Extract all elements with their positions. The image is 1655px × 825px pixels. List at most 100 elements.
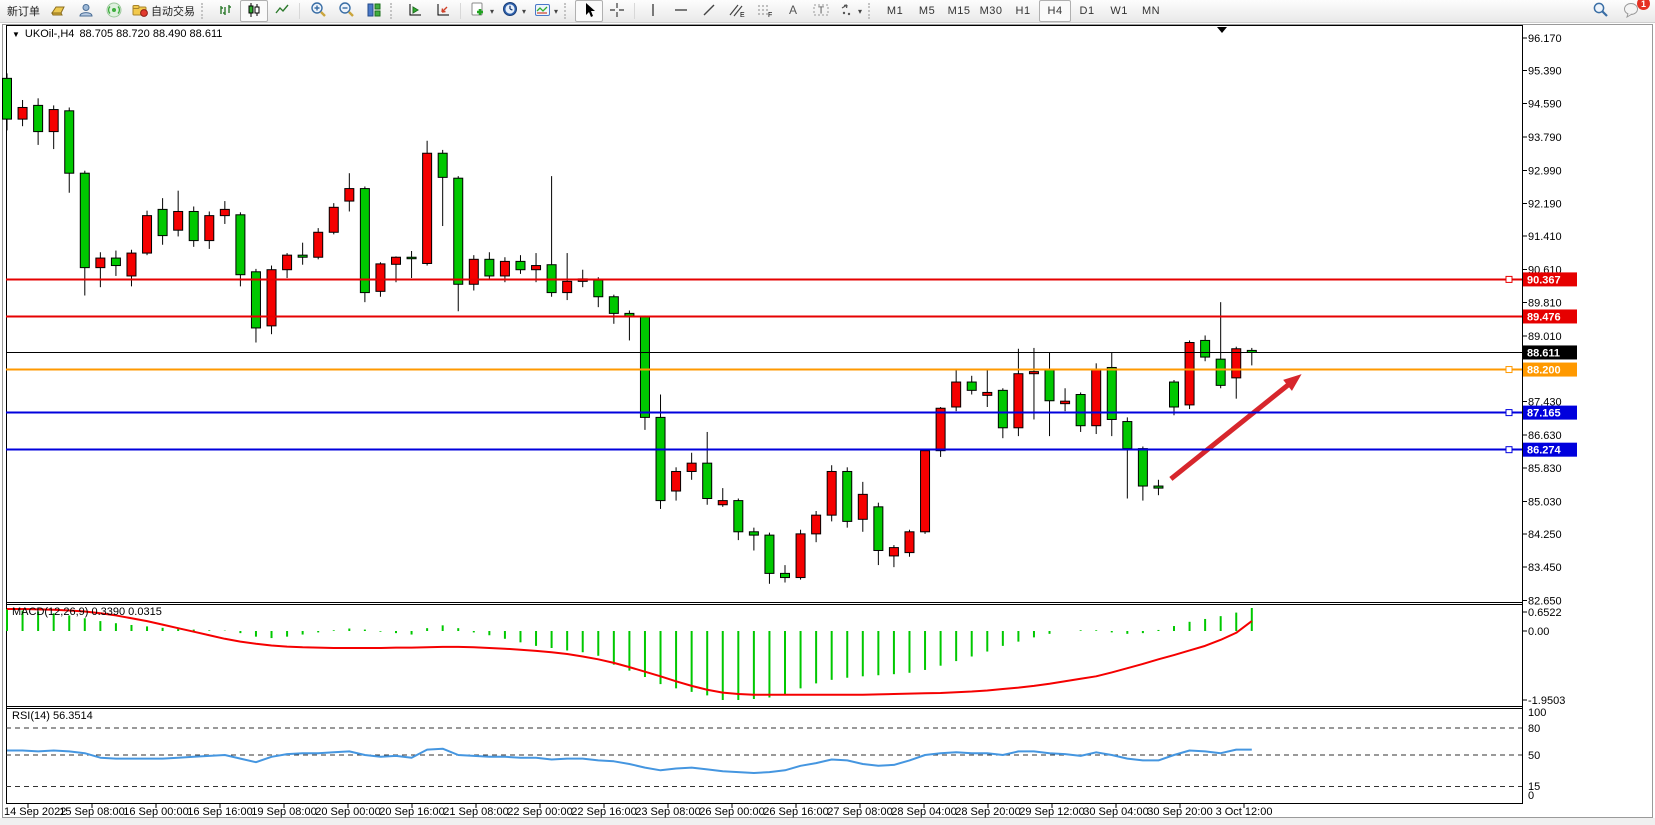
symbol-period-label: UKOil-,H4: [25, 28, 75, 40]
arrows-tool-button[interactable]: ▾: [835, 0, 866, 22]
candle-body: [18, 107, 27, 119]
candle-body: [1201, 340, 1210, 357]
svg-text:0.00: 0.00: [1528, 626, 1549, 638]
svg-text:19 Sep 08:00: 19 Sep 08:00: [251, 806, 316, 818]
dropdown-caret: ▾: [858, 7, 862, 16]
line-chart-button[interactable]: [268, 0, 296, 22]
signals-button[interactable]: [100, 0, 128, 22]
candle-body: [781, 573, 790, 577]
tab-timeframe-m15[interactable]: M15: [943, 0, 975, 22]
bar-chart-button[interactable]: [212, 0, 240, 22]
chevron-down-icon[interactable]: ▼: [12, 30, 20, 39]
line-handle: [1506, 447, 1512, 453]
horizontal-line-tool-button[interactable]: [667, 0, 695, 22]
svg-text:94.590: 94.590: [1528, 99, 1562, 111]
autotrade-icon: [132, 2, 149, 21]
svg-text:29 Sep 12:00: 29 Sep 12:00: [1019, 806, 1084, 818]
svg-text:89.476: 89.476: [1527, 311, 1561, 323]
candle-body: [718, 501, 727, 505]
svg-text:14 Sep 2022: 14 Sep 2022: [4, 806, 66, 818]
candle-body: [703, 463, 712, 498]
candle-body: [687, 463, 696, 471]
vertical-line-tool-button[interactable]: [639, 0, 667, 22]
chart-shift-icon: [435, 2, 451, 21]
zoom-in-icon: [310, 1, 327, 21]
candlestick-icon: [246, 2, 262, 21]
arrows-icon: [839, 2, 855, 21]
cursor-tool-button[interactable]: [575, 0, 603, 22]
candle-body: [158, 209, 167, 235]
tab-timeframe-m1[interactable]: M1: [879, 0, 911, 22]
new-order-button[interactable]: 新订单: [3, 0, 44, 22]
candle-body: [998, 390, 1007, 427]
candle-body: [236, 215, 245, 275]
channel-tool-button[interactable]: E: [723, 0, 751, 22]
svg-text:96.170: 96.170: [1528, 33, 1562, 45]
candle-body: [516, 261, 525, 269]
candle-body: [967, 382, 976, 390]
new-chart-button[interactable]: ▾: [465, 0, 498, 22]
ohlc-values-label: 88.705 88.720 88.490 88.611: [79, 28, 222, 40]
rsi-indicator-label: RSI(14) 56.3514: [12, 710, 93, 722]
tab-timeframe-w1[interactable]: W1: [1103, 0, 1135, 22]
candle-body: [345, 189, 354, 201]
candlestick-chart-button[interactable]: [240, 0, 268, 22]
tab-timeframe-m30[interactable]: M30: [975, 0, 1007, 22]
candle-body: [96, 258, 105, 268]
notifications-button[interactable]: 1: [1618, 0, 1646, 22]
trendline-tool-button[interactable]: [695, 0, 723, 22]
candle-body: [843, 471, 852, 521]
text-label-tool-button[interactable]: T: [807, 0, 835, 22]
svg-text:85.830: 85.830: [1528, 463, 1562, 475]
svg-text:20 Sep 16:00: 20 Sep 16:00: [379, 806, 444, 818]
periodicity-button[interactable]: ▾: [498, 0, 530, 22]
tab-timeframe-h4[interactable]: H4: [1039, 0, 1071, 22]
tab-timeframe-mn[interactable]: MN: [1135, 0, 1167, 22]
autotrading-button[interactable]: 自动交易: [128, 0, 199, 22]
tile-windows-button[interactable]: [360, 0, 388, 22]
auto-scroll-button[interactable]: [401, 0, 429, 22]
candle-body: [672, 471, 681, 491]
zoom-out-icon: [338, 1, 355, 21]
candle-body: [594, 280, 603, 297]
svg-text:-1.9503: -1.9503: [1528, 695, 1565, 707]
templates-button[interactable]: ▾: [530, 0, 562, 22]
candle-body: [329, 207, 338, 232]
chart-window[interactable]: 96.17095.39094.59093.79092.99092.19091.4…: [0, 0, 1655, 825]
svg-text:26 Sep 16:00: 26 Sep 16:00: [763, 806, 828, 818]
search-button[interactable]: [1586, 0, 1614, 22]
toolbar-right-group: 1: [1586, 0, 1652, 22]
text-tool-button[interactable]: A: [779, 0, 807, 22]
dropdown-caret: ▾: [554, 7, 558, 16]
svg-text:92.190: 92.190: [1528, 199, 1562, 211]
line-handle: [1506, 367, 1512, 373]
candle-body: [827, 471, 836, 515]
candle-body: [1014, 374, 1023, 428]
svg-text:T: T: [818, 5, 824, 16]
candle-body: [874, 507, 883, 551]
candle-body: [127, 253, 136, 276]
contact-person-icon: [78, 2, 94, 21]
zoom-out-button[interactable]: [332, 0, 360, 22]
chart-canvas[interactable]: 96.17095.39094.59093.79092.99092.19091.4…: [0, 0, 1655, 825]
candle-body: [485, 259, 494, 276]
candle-body: [983, 392, 992, 395]
contacts-button[interactable]: [72, 0, 100, 22]
market-watch-button[interactable]: [44, 0, 72, 22]
svg-text:15 Sep 08:00: 15 Sep 08:00: [59, 806, 124, 818]
candle-body: [500, 261, 509, 276]
svg-text:21 Sep 08:00: 21 Sep 08:00: [443, 806, 508, 818]
tab-timeframe-m5[interactable]: M5: [911, 0, 943, 22]
fibonacci-tool-button[interactable]: F: [751, 0, 779, 22]
toolbar: 新订单 自动交易 ▾ ▾ ▾ E F A T ▾ M1 M5 M15 M30 H…: [0, 0, 1655, 23]
signal-icon: [106, 2, 122, 21]
candle-body: [936, 408, 945, 450]
crosshair-tool-button[interactable]: [603, 0, 631, 22]
line-handle: [1506, 276, 1512, 282]
chart-shift-button[interactable]: [429, 0, 457, 22]
time-axis: 14 Sep 202215 Sep 08:0016 Sep 00:0016 Se…: [4, 803, 1272, 818]
clock-icon: [502, 1, 519, 21]
zoom-in-button[interactable]: [304, 0, 332, 22]
tab-timeframe-d1[interactable]: D1: [1071, 0, 1103, 22]
tab-timeframe-h1[interactable]: H1: [1007, 0, 1039, 22]
